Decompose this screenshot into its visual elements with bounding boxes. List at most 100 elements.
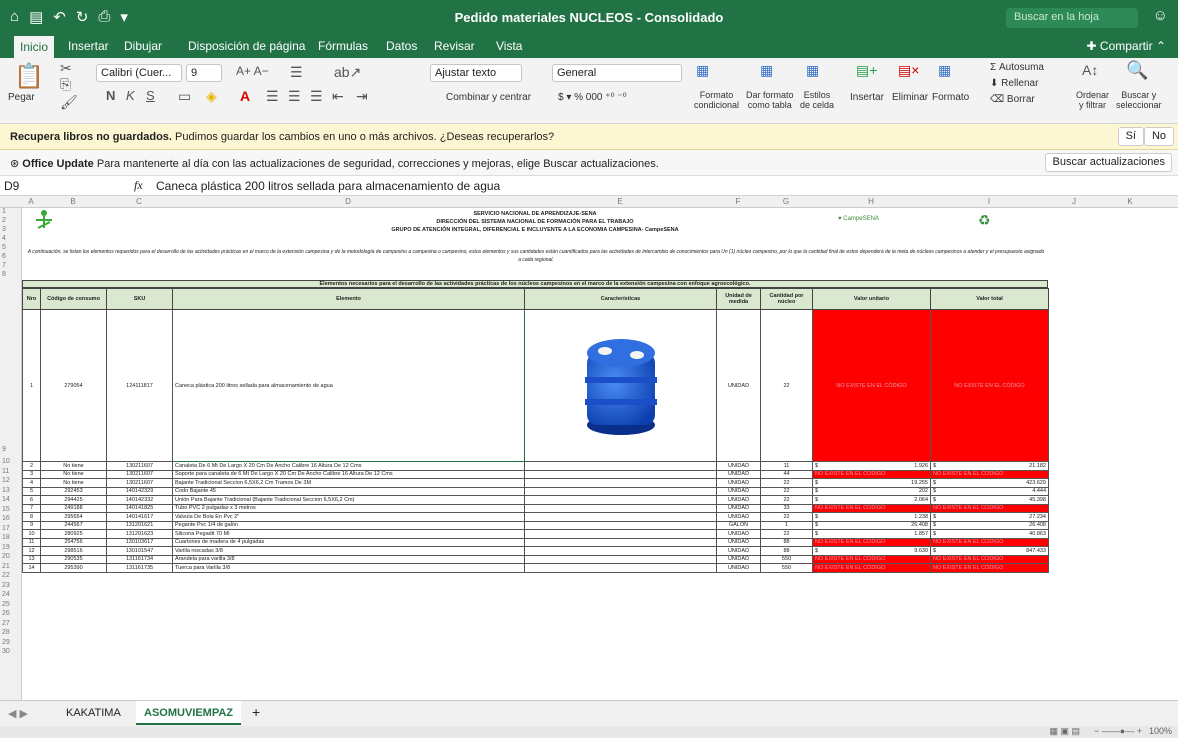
row-header[interactable]: 27 <box>2 620 10 627</box>
row-characteristics[interactable] <box>524 520 717 530</box>
row-header[interactable]: 10 <box>2 458 10 465</box>
prev-sheet-icon[interactable]: ◀ ▶ <box>8 707 28 720</box>
row-element[interactable]: Tuerca para Varilla 3/8 <box>172 563 525 573</box>
underline-icon[interactable]: S <box>146 88 155 103</box>
row-header[interactable]: 5 <box>2 244 6 251</box>
column-header-f[interactable]: F <box>716 197 760 206</box>
row-total-value[interactable]: NO EXISTE EN EL CÓDIGO <box>930 503 1049 513</box>
row-unit-value[interactable]: NO EXISTE EN EL CÓDIGO <box>812 563 931 573</box>
row-total-value[interactable]: NO EXISTE EN EL CÓDIGO <box>930 309 1049 462</box>
fill-button[interactable]: ⬇ Rellenar <box>990 78 1038 89</box>
row-unit[interactable]: UNIDAD <box>716 503 761 513</box>
row-element[interactable]: Tubo PVC 2 pulgadas x 3 metros <box>172 503 525 513</box>
row-quantity[interactable]: 33 <box>760 503 813 513</box>
row-quantity[interactable]: 550 <box>760 563 813 573</box>
align-center-icon[interactable]: ☰ <box>288 88 301 105</box>
row-element[interactable]: Varilla roscadas 3/8 <box>172 546 525 556</box>
bold-icon[interactable]: N <box>106 88 115 103</box>
zoom-level[interactable]: 100% <box>1149 726 1172 736</box>
row-unit-value[interactable]: $1.926 <box>812 461 931 471</box>
row-header[interactable]: 23 <box>2 582 10 589</box>
row-unit-value[interactable]: NO EXISTE EN EL CÓDIGO <box>812 309 931 462</box>
col-elemento[interactable]: Elemento <box>172 288 525 310</box>
row-unit-value[interactable]: NO EXISTE EN EL CÓDIGO <box>812 554 931 564</box>
row-element[interactable]: Codo Bajante 45 <box>172 486 525 496</box>
row-characteristics[interactable] <box>524 554 717 564</box>
row-header[interactable]: 29 <box>2 639 10 646</box>
row-header[interactable]: 3 <box>2 226 6 233</box>
row-unit[interactable]: UNIDAD <box>716 563 761 573</box>
column-header-j[interactable]: J <box>1048 197 1100 206</box>
row-sku[interactable]: 140142329 <box>106 486 173 496</box>
row-code[interactable]: No tiene <box>40 478 107 488</box>
row-code[interactable]: 290535 <box>40 554 107 564</box>
row-element[interactable]: Valvula De Bola En Pvc 2" <box>172 512 525 522</box>
row-unit-value[interactable]: NO EXISTE EN EL CÓDIGO <box>812 537 931 547</box>
conditional-format-button[interactable]: Formato condicional <box>694 90 739 110</box>
align-top-icon[interactable]: ☰ <box>290 64 303 81</box>
column-header-e[interactable]: E <box>524 197 716 206</box>
row-header[interactable]: 9 <box>2 446 6 453</box>
row-characteristics[interactable] <box>524 529 717 539</box>
row-header[interactable]: 16 <box>2 515 10 522</box>
tab-disposicion[interactable]: Disposición de página <box>188 39 305 53</box>
recover-yes-button[interactable]: Sí <box>1117 127 1144 146</box>
tab-vista[interactable]: Vista <box>496 39 522 53</box>
fill-color-icon[interactable]: ◈ <box>206 88 217 105</box>
row-number[interactable]: 9 <box>22 520 41 530</box>
name-box[interactable]: D9 <box>4 179 44 193</box>
sort-filter-icon[interactable]: A↕ <box>1082 62 1098 78</box>
row-unit[interactable]: UNIDAD <box>716 461 761 471</box>
insert-cells-button[interactable]: Insertar <box>850 92 884 103</box>
account-icon[interactable]: ☺ <box>1153 7 1168 24</box>
row-quantity[interactable]: 88 <box>760 537 813 547</box>
row-quantity[interactable]: 22 <box>760 486 813 496</box>
row-unit-value[interactable]: $2.064 <box>812 495 931 505</box>
col-unidad[interactable]: Unidad de medida <box>716 288 761 310</box>
row-unit-value[interactable]: $19.255 <box>812 478 931 488</box>
row-number[interactable]: 11 <box>22 537 41 547</box>
font-color-icon[interactable]: A <box>240 88 250 104</box>
row-number[interactable]: 10 <box>22 529 41 539</box>
row-header[interactable]: 7 <box>2 262 6 269</box>
row-unit[interactable]: UNIDAD <box>716 469 761 479</box>
row-header[interactable]: 15 <box>2 506 10 513</box>
row-code[interactable]: No tiene <box>40 461 107 471</box>
align-left-icon[interactable]: ☰ <box>266 88 279 105</box>
paste-button[interactable]: Pegar <box>8 92 35 103</box>
row-number[interactable]: 8 <box>22 512 41 522</box>
format-cells-icon[interactable]: ▦ <box>938 62 951 79</box>
row-sku[interactable]: 131201623 <box>106 529 173 539</box>
view-mode-icons[interactable]: ▦ ▣ ▤ <box>1049 726 1080 737</box>
row-header[interactable]: 20 <box>2 553 10 560</box>
row-sku[interactable]: 140141825 <box>106 503 173 513</box>
row-characteristics[interactable] <box>524 469 717 479</box>
share-button[interactable]: ✚ Compartir ⌃ <box>1087 39 1166 53</box>
row-unit-value[interactable]: $1.238 <box>812 512 931 522</box>
format-table-button[interactable]: Dar formato como tabla <box>746 90 794 110</box>
row-header[interactable]: 18 <box>2 534 10 541</box>
row-quantity[interactable]: 11 <box>760 461 813 471</box>
number-format-select[interactable]: General <box>552 64 682 82</box>
row-unit[interactable]: UNIDAD <box>716 512 761 522</box>
row-sku[interactable]: 130211607 <box>106 461 173 471</box>
zoom-slider[interactable]: − ——●— + <box>1094 726 1142 736</box>
row-header[interactable]: 2 <box>2 217 6 224</box>
row-total-value[interactable]: $4.444 <box>930 486 1049 496</box>
row-characteristics[interactable] <box>524 512 717 522</box>
row-element[interactable]: Bajante Tradicional Seccion 6,5X6,2 Cm T… <box>172 478 525 488</box>
formula-input[interactable]: Caneca plástica 200 litros sellada para … <box>156 179 500 193</box>
row-header[interactable]: 17 <box>2 525 10 532</box>
row-code[interactable]: 244567 <box>40 520 107 530</box>
fx-icon[interactable]: fx <box>134 178 143 193</box>
row-unit-value[interactable]: $26.408 <box>812 520 931 530</box>
row-sku[interactable]: 140141617 <box>106 512 173 522</box>
sheet-tab-asomuviempaz[interactable]: ASOMUVIEMPAZ <box>136 701 242 725</box>
row-number[interactable]: 13 <box>22 554 41 564</box>
col-valor-total[interactable]: Valor total <box>930 288 1049 310</box>
row-quantity[interactable]: 22 <box>760 309 813 462</box>
align-right-icon[interactable]: ☰ <box>310 88 323 105</box>
tab-datos[interactable]: Datos <box>386 39 417 53</box>
row-sku[interactable]: 140142332 <box>106 495 173 505</box>
row-characteristics[interactable] <box>524 503 717 513</box>
